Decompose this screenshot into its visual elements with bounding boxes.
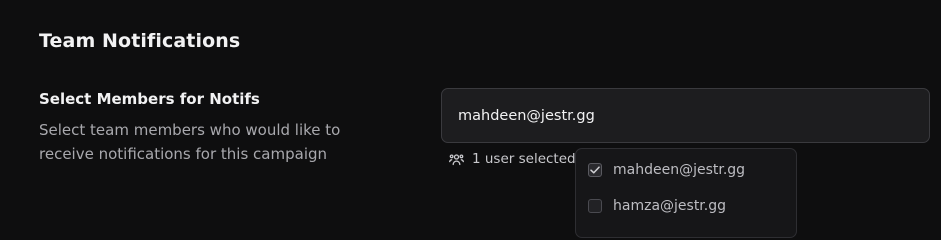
dropdown-option-label: mahdeen@jestr.gg: [613, 162, 746, 178]
selection-count-text: 1 user selected: [472, 151, 576, 167]
member-select-value: mahdeen@jestr.gg: [458, 107, 595, 124]
check-icon: [590, 166, 600, 174]
dropdown-option-label: hamza@jestr.gg: [613, 198, 726, 214]
checkbox-checked[interactable]: [588, 163, 602, 177]
field-label: Select Members for Notifs: [39, 90, 260, 108]
field-description: Select team members who would like to re…: [39, 121, 341, 163]
member-dropdown: mahdeen@jestr.gg hamza@jestr.gg: [575, 148, 797, 238]
dropdown-option[interactable]: hamza@jestr.gg: [576, 189, 796, 223]
team-notifications-panel: Team Notifications Select Members for No…: [0, 0, 941, 238]
users-icon: [449, 153, 464, 166]
dropdown-option[interactable]: mahdeen@jestr.gg: [576, 153, 796, 187]
section-title: Team Notifications: [39, 30, 241, 52]
member-select[interactable]: mahdeen@jestr.gg: [441, 88, 930, 143]
selection-summary: 1 user selected: [449, 151, 576, 167]
checkbox-unchecked[interactable]: [588, 199, 602, 213]
